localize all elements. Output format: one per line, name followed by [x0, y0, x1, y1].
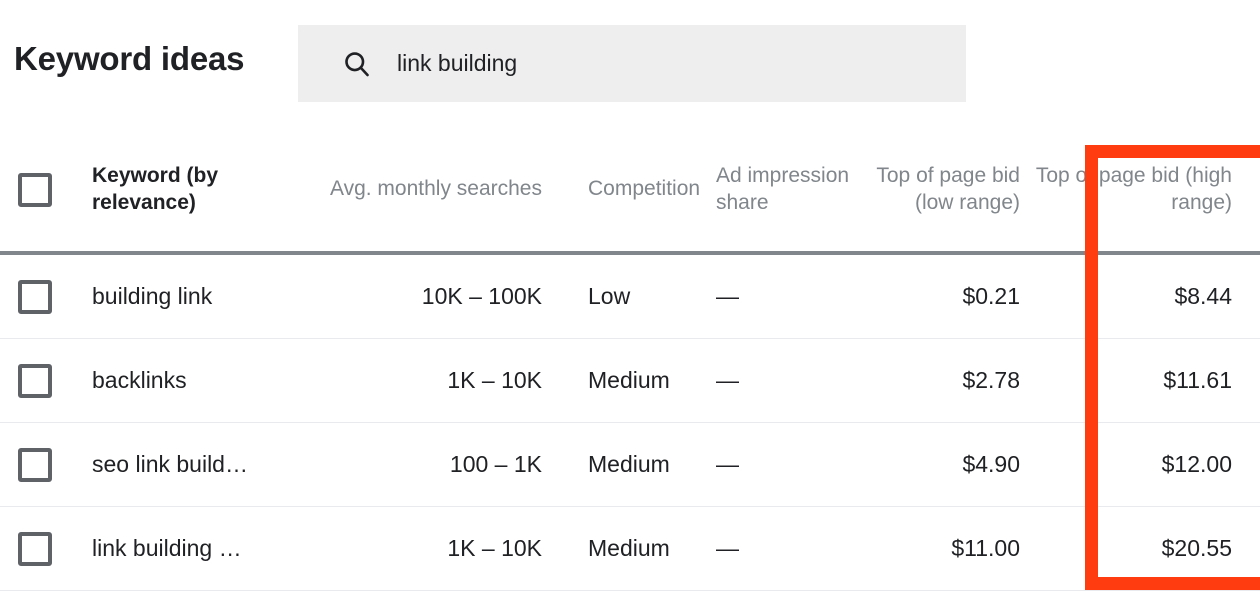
select-all-checkbox-icon[interactable]: [18, 172, 52, 207]
page-header: Keyword ideas link building: [0, 0, 1260, 128]
cell-searches: 100 – 1K: [310, 450, 542, 477]
keyword-text: building link: [92, 282, 213, 309]
column-header-searches-label: Avg. monthly searches: [329, 177, 542, 201]
row-checkbox-icon[interactable]: [18, 531, 52, 566]
select-all-cell[interactable]: [0, 172, 92, 207]
column-header-bid-high-label: Top of page bid (high range): [1035, 163, 1232, 214]
bid-high-text: $12.00: [1161, 450, 1232, 477]
cell-bid-high: $8.44: [1020, 282, 1260, 309]
cell-ad-impression-share: —: [704, 451, 860, 478]
column-header-ad-impression-share-label: Ad impression share: [716, 163, 850, 214]
row-select-cell[interactable]: [0, 363, 92, 398]
competition-text: Low: [588, 282, 631, 309]
cell-competition: Medium: [542, 366, 704, 393]
search-input-value[interactable]: link building: [397, 50, 517, 77]
table-row[interactable]: backlinks 1K – 10K Medium — $2.78 $11.61: [0, 339, 1260, 423]
keyword-text: link building …: [92, 534, 242, 561]
bid-low-text: $11.00: [951, 534, 1020, 561]
keyword-text: backlinks: [92, 366, 187, 393]
cell-bid-high: $12.00: [1020, 450, 1260, 477]
page-title: Keyword ideas: [14, 40, 245, 77]
bid-high-text: $20.55: [1161, 534, 1232, 561]
searches-text: 1K – 10K: [447, 366, 542, 393]
column-header-competition-label: Competition: [588, 177, 701, 201]
cell-bid-low: $2.78: [860, 366, 1020, 393]
table-row[interactable]: building link 10K – 100K Low — $0.21 $8.…: [0, 255, 1260, 339]
cell-ad-impression-share: —: [704, 367, 860, 394]
column-header-keyword[interactable]: Keyword (by relevance): [92, 163, 310, 215]
cell-competition: Medium: [542, 450, 704, 477]
column-header-bid-high[interactable]: Top of page bid (high range): [1020, 163, 1260, 216]
row-checkbox-icon[interactable]: [18, 447, 52, 482]
column-header-keyword-label: Keyword (by relevance): [92, 164, 219, 214]
cell-ad-impression-share: —: [704, 283, 860, 310]
cell-competition: Low: [542, 282, 704, 309]
column-header-ad-impression-share[interactable]: Ad impression share: [704, 163, 860, 216]
row-checkbox-icon[interactable]: [18, 363, 52, 398]
competition-text: Medium: [588, 450, 670, 477]
bid-low-text: $2.78: [962, 366, 1020, 393]
ad-impression-share-text: —: [716, 367, 739, 393]
row-select-cell[interactable]: [0, 279, 92, 314]
cell-searches: 1K – 10K: [310, 366, 542, 393]
cell-keyword[interactable]: backlinks: [92, 366, 310, 393]
bid-low-text: $0.21: [962, 282, 1020, 309]
competition-text: Medium: [588, 534, 670, 561]
bid-high-text: $11.61: [1163, 366, 1232, 393]
column-header-competition[interactable]: Competition: [542, 176, 704, 203]
bid-high-text: $8.44: [1174, 282, 1232, 309]
row-checkbox-icon[interactable]: [18, 279, 52, 314]
column-header-bid-low-label: Top of page bid (low range): [876, 163, 1020, 214]
searches-text: 100 – 1K: [449, 450, 542, 477]
bid-low-text: $4.90: [962, 450, 1020, 477]
cell-keyword[interactable]: building link: [92, 282, 310, 309]
competition-text: Medium: [588, 366, 670, 393]
cell-ad-impression-share: —: [704, 535, 860, 562]
ad-impression-share-text: —: [716, 283, 739, 309]
table-row[interactable]: link building … 1K – 10K Medium — $11.00…: [0, 507, 1260, 591]
keyword-ideas-table: Keyword (by relevance) Avg. monthly sear…: [0, 128, 1260, 591]
cell-keyword[interactable]: seo link build…: [92, 450, 310, 477]
cell-bid-high: $20.55: [1020, 534, 1260, 561]
keyword-search-field[interactable]: link building: [298, 25, 966, 102]
cell-bid-high: $11.61: [1020, 366, 1260, 393]
cell-bid-low: $0.21: [860, 282, 1020, 309]
table-header-row: Keyword (by relevance) Avg. monthly sear…: [0, 128, 1260, 255]
keyword-text: seo link build…: [92, 450, 248, 477]
ad-impression-share-text: —: [716, 535, 739, 561]
cell-searches: 1K – 10K: [310, 534, 542, 561]
cell-bid-low: $11.00: [860, 534, 1020, 561]
cell-bid-low: $4.90: [860, 450, 1020, 477]
row-select-cell[interactable]: [0, 531, 92, 566]
table-row[interactable]: seo link build… 100 – 1K Medium — $4.90 …: [0, 423, 1260, 507]
cell-searches: 10K – 100K: [310, 282, 542, 309]
ad-impression-share-text: —: [716, 451, 739, 477]
row-select-cell[interactable]: [0, 447, 92, 482]
cell-keyword[interactable]: link building …: [92, 534, 310, 561]
cell-competition: Medium: [542, 534, 704, 561]
search-icon: [345, 51, 369, 76]
searches-text: 1K – 10K: [447, 534, 542, 561]
column-header-bid-low[interactable]: Top of page bid (low range): [860, 163, 1020, 216]
searches-text: 10K – 100K: [421, 282, 542, 309]
column-header-searches[interactable]: Avg. monthly searches: [310, 176, 542, 203]
